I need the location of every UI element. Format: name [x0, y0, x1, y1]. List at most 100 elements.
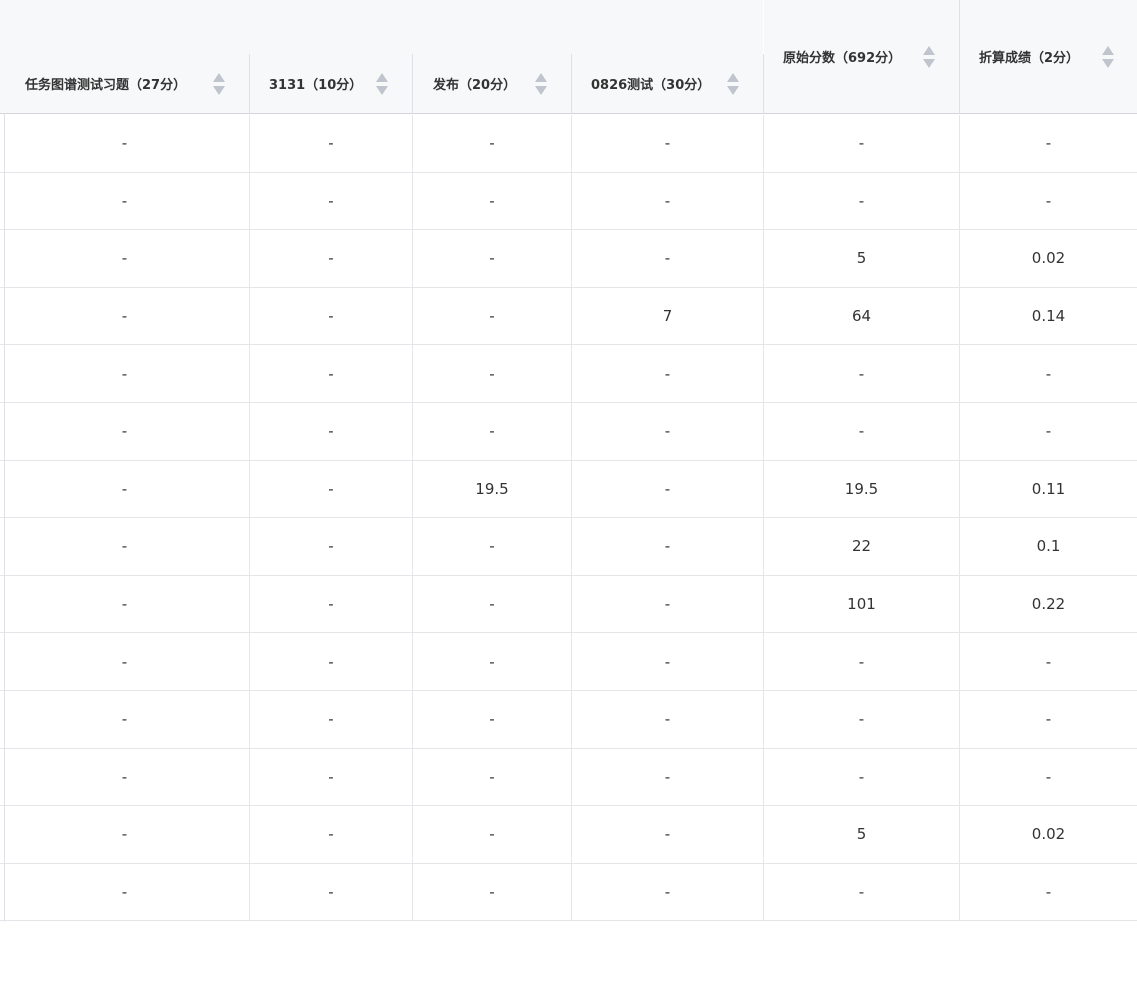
cell-c5: 5: [764, 806, 960, 863]
sort-ascending-icon[interactable]: [1102, 46, 1114, 55]
cell-c6: 0.02: [1031, 249, 1066, 268]
column-header-label: 任务图谱测试习题（27分）: [25, 78, 187, 93]
cell-c4: -: [572, 460, 764, 518]
cell-c3: -: [413, 230, 572, 287]
sort-caret-icon[interactable]: [727, 71, 739, 97]
sort-caret-icon[interactable]: [213, 71, 225, 97]
header-group-band: [0, 0, 763, 55]
cell-c3: -: [413, 518, 572, 575]
cell-c2: -: [250, 460, 413, 518]
cell-c5: -: [764, 345, 960, 402]
cell-c4: -: [572, 172, 764, 230]
table-row[interactable]: ------: [0, 633, 1137, 691]
sort-descending-icon[interactable]: [1102, 59, 1114, 68]
cell-c1: -: [0, 691, 250, 748]
cell-c2: -: [250, 345, 413, 402]
cell-c6: -: [1045, 652, 1052, 671]
cell-c4: 7: [572, 287, 764, 345]
sort-ascending-icon[interactable]: [535, 73, 547, 82]
cell-c4: -: [572, 806, 764, 863]
table-row[interactable]: - -19.5-19.5 0.11: [0, 460, 1137, 519]
sort-caret-icon[interactable]: [1102, 44, 1114, 70]
table-row[interactable]: - - - -22 0.1: [0, 518, 1137, 576]
column-header-c1[interactable]: 任务图谱测试习题（27分）: [0, 54, 250, 114]
cell-c4: -: [572, 748, 764, 806]
column-header-label: 3131（10分）: [269, 78, 363, 93]
cell-c6: 0.02: [1031, 825, 1066, 844]
column-header-label: 0826测试（30分）: [591, 78, 711, 93]
column-header-c3[interactable]: 发布（20分）: [413, 54, 572, 114]
cell-c5: 64: [764, 287, 960, 345]
sort-caret-icon[interactable]: [535, 71, 547, 97]
cell-c6: -: [1045, 767, 1052, 786]
sort-descending-icon[interactable]: [535, 86, 547, 95]
cell-c5: -: [764, 748, 960, 806]
cell-c2: -: [250, 633, 413, 690]
sort-ascending-icon[interactable]: [727, 73, 739, 82]
table-row[interactable]: - - - -101 0.22: [0, 575, 1137, 634]
table-row[interactable]: ------: [0, 115, 1137, 173]
cell-c1: -: [0, 575, 250, 633]
sort-descending-icon[interactable]: [727, 86, 739, 95]
cell-c2: -: [250, 172, 413, 230]
cell-c3: -: [413, 691, 572, 748]
cell-c1: -: [0, 518, 250, 575]
cell-c4: -: [572, 633, 764, 690]
sort-ascending-icon[interactable]: [376, 73, 388, 82]
cell-c1: -: [0, 115, 250, 172]
cell-c2: -: [250, 691, 413, 748]
sort-ascending-icon[interactable]: [923, 46, 935, 55]
cell-c3: -: [413, 115, 572, 172]
cell-c3: -: [413, 345, 572, 402]
cell-c2: -: [250, 575, 413, 633]
cell-c3: -: [413, 748, 572, 806]
table-row[interactable]: - - - -5 0.02: [0, 230, 1137, 288]
score-table: 任务图谱测试习题（27分） 3131（10分） 发布（20分） 0826测试（3…: [0, 0, 1137, 922]
cell-c4: -: [572, 575, 764, 633]
sort-caret-icon[interactable]: [376, 71, 388, 97]
cell-c1: -: [0, 863, 250, 921]
column-header-c4[interactable]: 0826测试（30分）: [572, 54, 764, 114]
cell-c6: -: [1045, 883, 1052, 902]
cell-c6: -: [1045, 364, 1052, 383]
cell-c4: -: [572, 403, 764, 460]
cell-c4: -: [572, 518, 764, 575]
table-row[interactable]: ------: [0, 863, 1137, 922]
cell-c2: -: [250, 806, 413, 863]
cell-c5: 22: [764, 518, 960, 575]
cell-c3: 19.5: [413, 460, 572, 518]
cell-c5: -: [764, 172, 960, 230]
sort-ascending-icon[interactable]: [213, 73, 225, 82]
cell-c3: -: [413, 633, 572, 690]
cell-c5: 101: [764, 575, 960, 633]
cell-c4: -: [572, 230, 764, 287]
sort-caret-icon[interactable]: [923, 44, 935, 70]
table-row[interactable]: - - - -5 0.02: [0, 806, 1137, 864]
cell-c2: -: [250, 403, 413, 460]
cell-c2: -: [250, 115, 413, 172]
cell-c3: -: [413, 172, 572, 230]
cell-c6: 0.22: [1031, 595, 1066, 614]
table-row[interactable]: ------: [0, 172, 1137, 231]
sort-descending-icon[interactable]: [213, 86, 225, 95]
table-row[interactable]: ------: [0, 345, 1137, 403]
column-header-label: 发布（20分）: [433, 78, 517, 93]
sort-descending-icon[interactable]: [376, 86, 388, 95]
cell-c1: -: [0, 633, 250, 690]
cell-c3: -: [413, 806, 572, 863]
table-row[interactable]: - - -7 64 0.14: [0, 287, 1137, 346]
sort-descending-icon[interactable]: [923, 59, 935, 68]
column-header-c2[interactable]: 3131（10分）: [250, 54, 413, 114]
cell-c2: -: [250, 287, 413, 345]
table-row[interactable]: ------: [0, 403, 1137, 461]
column-header-c6[interactable]: 折算成绩（2分）: [960, 0, 1137, 114]
cell-c5: 5: [764, 230, 960, 287]
cell-c5: -: [764, 633, 960, 690]
cell-c1: -: [0, 230, 250, 287]
cell-c5: -: [764, 691, 960, 748]
table-row[interactable]: ------: [0, 691, 1137, 749]
cell-c6: -: [1045, 191, 1052, 210]
column-header-c5[interactable]: 原始分数（692分）: [764, 0, 960, 114]
table-row[interactable]: ------: [0, 748, 1137, 807]
cell-c3: -: [413, 403, 572, 460]
